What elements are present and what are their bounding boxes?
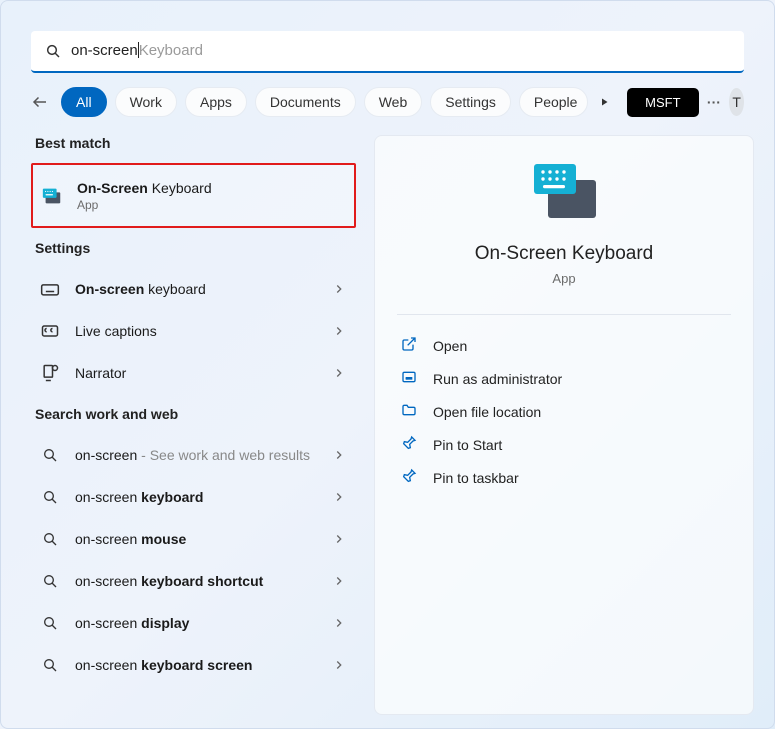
pin-icon (401, 468, 417, 487)
app-hero-icon (530, 162, 598, 225)
chevron-right-icon (332, 448, 346, 462)
web-prefix: on-screen (75, 573, 141, 589)
more-tabs-button[interactable] (596, 88, 611, 116)
account-button[interactable]: MSFT (627, 88, 698, 117)
search-icon (39, 612, 61, 634)
tab-settings[interactable]: Settings (430, 87, 511, 117)
chevron-right-icon (332, 366, 346, 380)
back-button[interactable] (31, 88, 49, 116)
web-prefix: on-screen (75, 615, 141, 631)
open-icon (401, 336, 417, 355)
chevron-right-icon (332, 574, 346, 588)
keyboard-app-icon (41, 185, 63, 207)
more-options-button[interactable]: ··· (707, 88, 722, 116)
result-text-bold: On-screen (75, 281, 144, 297)
web-result[interactable]: on-screen keyboard (31, 476, 356, 518)
search-icon (45, 43, 61, 59)
chevron-right-icon (332, 658, 346, 672)
web-tail: - See work and web results (137, 447, 310, 463)
action-open-file-location[interactable]: Open file location (397, 395, 731, 428)
folder-icon (401, 402, 417, 421)
filter-tabs: All Work Apps Documents Web Settings Peo… (31, 87, 744, 117)
web-prefix: on-screen (75, 489, 141, 505)
details-panel: On-Screen Keyboard App Open Run as admini… (374, 135, 754, 715)
search-icon (39, 528, 61, 550)
caption-icon (39, 320, 61, 342)
web-bold: mouse (141, 531, 186, 547)
best-match-title-bold: On-Screen (77, 180, 148, 196)
details-title: On-Screen Keyboard (475, 243, 654, 265)
web-prefix: on-screen (75, 657, 141, 673)
result-text-rest: Narrator (75, 365, 126, 381)
best-match-heading: Best match (35, 135, 356, 151)
narrator-icon (39, 362, 61, 384)
settings-result[interactable]: Live captions (31, 310, 356, 352)
web-bold: keyboard screen (141, 657, 252, 673)
web-prefix: on-screen (75, 447, 137, 463)
search-input[interactable]: on-screenKeyboard (71, 42, 203, 60)
web-result[interactable]: on-screen keyboard shortcut (31, 560, 356, 602)
chevron-right-icon (332, 616, 346, 630)
web-result[interactable]: on-screen keyboard screen (31, 644, 356, 686)
avatar[interactable]: T (729, 88, 744, 116)
details-sub: App (552, 271, 575, 286)
result-text-rest: Live captions (75, 323, 157, 339)
tab-apps[interactable]: Apps (185, 87, 247, 117)
search-icon (39, 486, 61, 508)
chevron-right-icon (332, 324, 346, 338)
action-pin-to-start[interactable]: Pin to Start (397, 428, 731, 461)
search-bar[interactable]: on-screenKeyboard (31, 31, 744, 73)
search-results: Best match On-Screen Keyboard App Settin… (1, 135, 774, 715)
tab-all[interactable]: All (61, 87, 107, 117)
action-label: Pin to taskbar (433, 470, 519, 486)
web-bold: keyboard (141, 489, 203, 505)
best-match-sub: App (77, 198, 344, 212)
web-result[interactable]: on-screen - See work and web results (31, 434, 356, 476)
tab-web[interactable]: Web (364, 87, 423, 117)
search-typed-text: on-screen (71, 42, 138, 59)
chevron-right-icon (332, 282, 346, 296)
action-open[interactable]: Open (397, 329, 731, 362)
settings-result[interactable]: On-screen keyboard (31, 268, 356, 310)
best-match-result[interactable]: On-Screen Keyboard App (31, 163, 356, 228)
action-label: Pin to Start (433, 437, 502, 453)
pin-icon (401, 435, 417, 454)
keyboard-icon (39, 278, 61, 300)
search-icon (39, 570, 61, 592)
action-label: Run as administrator (433, 371, 562, 387)
chevron-right-icon (332, 532, 346, 546)
web-bold: keyboard shortcut (141, 573, 263, 589)
settings-heading: Settings (35, 240, 356, 256)
tab-work[interactable]: Work (115, 87, 177, 117)
search-icon (39, 654, 61, 676)
search-icon (39, 444, 61, 466)
action-label: Open (433, 338, 467, 354)
results-list: Best match On-Screen Keyboard App Settin… (31, 135, 356, 715)
admin-icon (401, 369, 417, 388)
web-result[interactable]: on-screen mouse (31, 518, 356, 560)
search-suggestion-text: Keyboard (139, 42, 203, 59)
settings-result[interactable]: Narrator (31, 352, 356, 394)
best-match-title-rest: Keyboard (148, 180, 212, 196)
action-label: Open file location (433, 404, 541, 420)
tab-people[interactable]: People (519, 87, 589, 117)
web-heading: Search work and web (35, 406, 356, 422)
action-run-as-administrator[interactable]: Run as administrator (397, 362, 731, 395)
tab-documents[interactable]: Documents (255, 87, 356, 117)
chevron-right-icon (332, 490, 346, 504)
web-result[interactable]: on-screen display (31, 602, 356, 644)
action-pin-to-taskbar[interactable]: Pin to taskbar (397, 461, 731, 494)
result-text-rest: keyboard (144, 281, 205, 297)
web-prefix: on-screen (75, 531, 141, 547)
web-bold: display (141, 615, 189, 631)
divider (397, 314, 731, 315)
